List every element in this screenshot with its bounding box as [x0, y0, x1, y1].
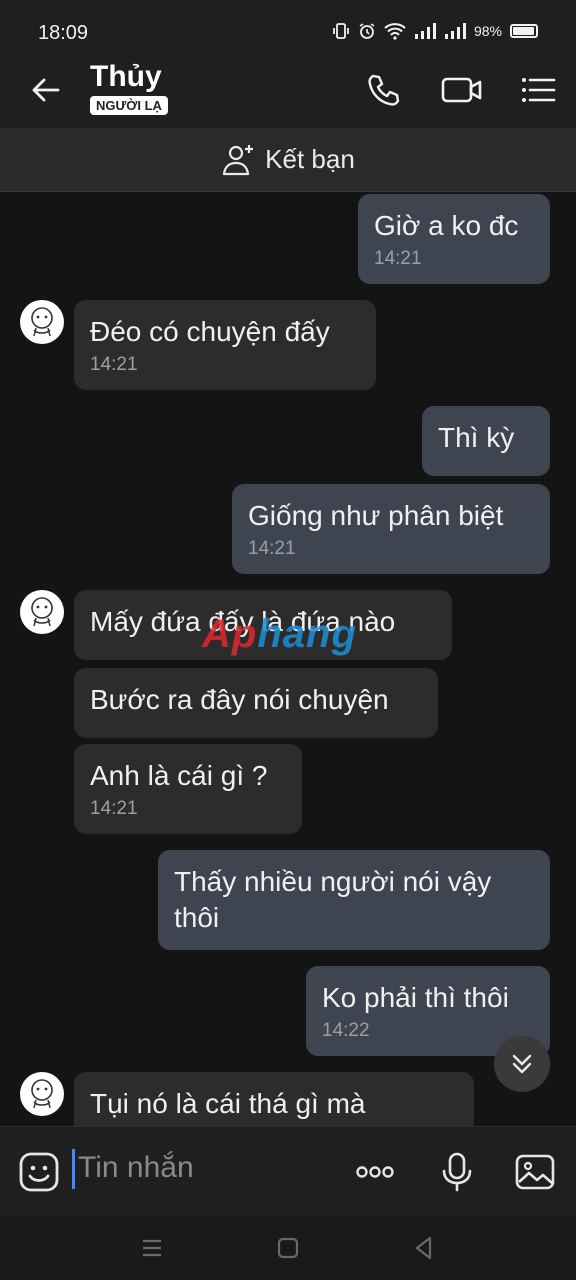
message-time: 14:21	[374, 248, 422, 269]
battery-percent: 98%	[473, 23, 502, 39]
message-bubble-sent[interactable]: Thấy nhiều người nói vậy thôi	[158, 850, 550, 950]
text-cursor	[72, 1149, 75, 1189]
home-icon[interactable]	[272, 1232, 304, 1264]
battery-icon	[510, 24, 538, 38]
message-text: Đéo có chuyện đấy	[90, 316, 330, 347]
message-text: Bước ra đây nói chuyện	[90, 684, 389, 715]
message-bubble-received[interactable]: Anh là cái gì ? 14:21	[74, 744, 302, 834]
microphone-icon[interactable]	[436, 1151, 478, 1193]
avatar-sticker-icon	[31, 1079, 53, 1109]
message-text: Thì kỳ	[438, 422, 515, 453]
wifi-icon	[384, 23, 406, 40]
message-text: Tụi nó là cái thá gì mà	[90, 1088, 366, 1119]
message-bubble-received[interactable]: Bước ra đây nói chuyện	[74, 668, 438, 738]
system-navigation-bar	[0, 1216, 576, 1280]
back-arrow-icon[interactable]	[28, 72, 64, 108]
add-friend-button[interactable]: Kết bạn	[0, 128, 576, 192]
add-friend-label: Kết bạn	[265, 144, 355, 174]
message-bubble-sent[interactable]: Thì kỳ	[422, 406, 550, 476]
contact-avatar[interactable]	[20, 590, 64, 634]
contact-name[interactable]: Thủy	[90, 60, 162, 94]
message-text: Anh là cái gì ?	[90, 760, 268, 791]
message-bubble-received[interactable]: Tụi nó là cái thá gì mà	[74, 1072, 474, 1126]
message-text: Ko phải thì thôi	[322, 982, 509, 1013]
contact-avatar[interactable]	[20, 1072, 64, 1116]
message-list[interactable]: Giờ a ko đc 14:21 Đéo có chuyện đấy 14:2…	[0, 192, 576, 1126]
double-chevron-down-icon	[512, 1054, 532, 1074]
vibrate-icon	[333, 23, 349, 39]
message-text-line1: Thấy nhiều người nói vậy	[174, 866, 492, 897]
stranger-badge: NGƯỜI LẠ	[90, 96, 168, 115]
status-time: 18:09	[38, 22, 89, 44]
emoji-sticker-icon[interactable]	[18, 1151, 60, 1193]
signal-icon	[414, 23, 436, 39]
add-user-icon	[223, 144, 254, 175]
chat-header: Thủy NGƯỜI LẠ	[0, 52, 576, 128]
message-bubble-received[interactable]: Đéo có chuyện đấy 14:21	[74, 300, 376, 390]
status-icons: 98%	[332, 22, 538, 40]
watermark-logo: Aphang	[202, 612, 357, 656]
message-text: Giống như phân biệt	[248, 500, 504, 531]
message-bubble-sent[interactable]: Giờ a ko đc 14:21	[358, 194, 550, 284]
message-time: 14:21	[90, 798, 138, 819]
scroll-to-bottom-button[interactable]	[494, 1036, 550, 1092]
message-input-bar: Tin nhắn	[0, 1126, 576, 1216]
message-text-line2: thôi	[174, 902, 220, 933]
signal-icon-2	[444, 23, 466, 39]
avatar-sticker-icon	[31, 597, 53, 627]
message-text: Giờ a ko đc	[374, 210, 519, 241]
recent-apps-icon[interactable]	[136, 1232, 168, 1264]
message-time: 14:22	[322, 1020, 370, 1041]
video-call-icon[interactable]	[440, 70, 484, 110]
image-gallery-icon[interactable]	[514, 1151, 556, 1193]
message-time: 14:21	[248, 538, 296, 559]
phone-call-icon[interactable]	[364, 70, 404, 110]
message-input[interactable]: Tin nhắn	[78, 1151, 194, 1185]
avatar-sticker-icon	[31, 307, 53, 337]
alarm-icon	[359, 23, 375, 39]
contact-avatar[interactable]	[20, 300, 64, 344]
message-time: 14:21	[90, 354, 138, 375]
message-bubble-sent[interactable]: Giống như phân biệt 14:21	[232, 484, 550, 574]
more-options-icon[interactable]	[354, 1151, 396, 1193]
menu-list-icon[interactable]	[518, 70, 558, 110]
status-bar: 18:09 98%	[0, 0, 576, 52]
back-nav-icon[interactable]	[408, 1232, 440, 1264]
